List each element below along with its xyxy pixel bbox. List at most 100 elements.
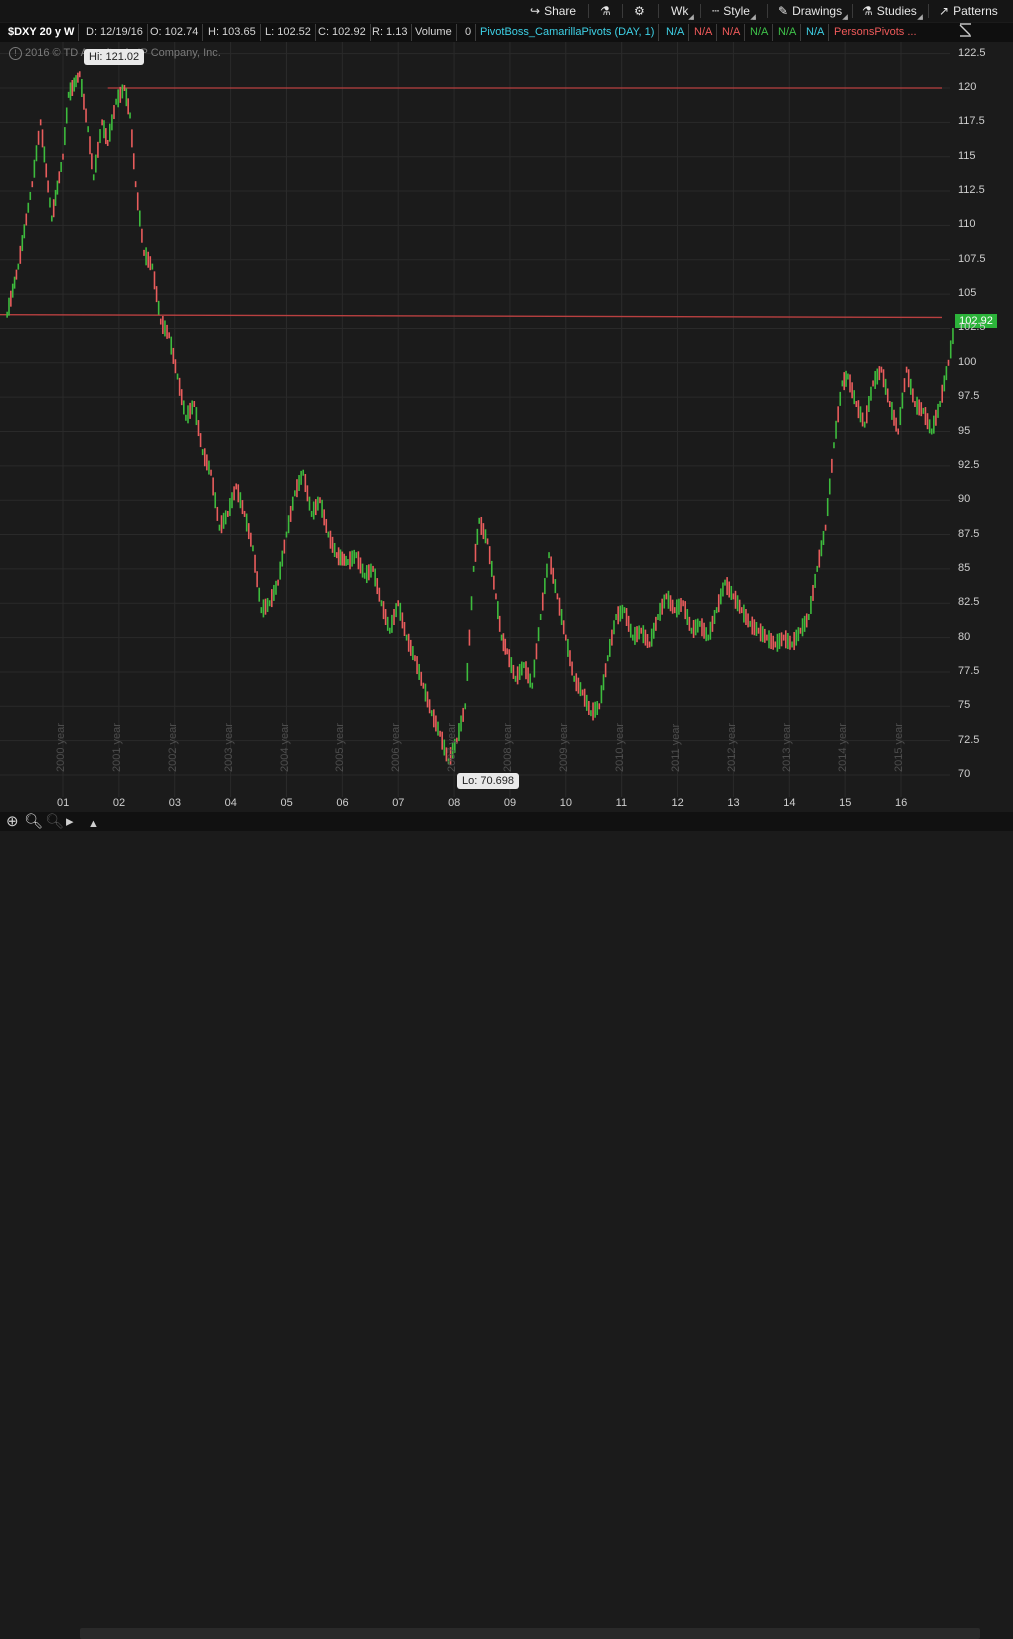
year-label: 2010 year (613, 723, 626, 772)
close-label: C: 102.92 (314, 24, 371, 41)
na-value-4: N/A (746, 24, 774, 41)
price-axis-label: 102.5 (958, 321, 986, 334)
zoom-out-icon[interactable]: 🔍︎ (45, 813, 64, 830)
high-label: H: 103.65 (204, 24, 261, 41)
zoom-icon[interactable]: ⊕ (6, 813, 19, 830)
style-button[interactable]: ┄ Style (712, 3, 756, 20)
studies-button[interactable]: ⚗ Studies (862, 3, 923, 20)
price-axis-label: 107.5 (958, 252, 986, 265)
time-axis-label: 03 (168, 797, 181, 809)
na-value-1: N/A (662, 24, 690, 41)
gear-icon: ⚙ (634, 4, 645, 18)
time-axis-label: 04 (224, 797, 237, 809)
na-value-3: N/A (718, 24, 746, 41)
scroll-arrow-icon[interactable]: ▲ (88, 816, 99, 833)
bottom-bar: ⊕ 🔍︎ 🔍︎ ▸ ▲ (0, 812, 1013, 1639)
year-label: 2008 year (502, 723, 515, 772)
price-axis-label: 110 (958, 218, 976, 231)
high-callout: Hi: 121.02 (84, 49, 145, 65)
price-axis-label: 105 (958, 287, 977, 300)
top-toolbar: ↪ Share ⚗ ⚙ Wk ┄ Style ✎ Drawings ⚗ Studies … (0, 0, 1013, 22)
time-axis-label: 15 (839, 797, 852, 809)
pointer-icon[interactable]: ▸ (66, 813, 74, 830)
low-callout: Lo: 70.698 (457, 773, 519, 789)
time-axis-label: 16 (895, 797, 908, 809)
na-value-5: N/A (774, 24, 802, 41)
time-axis-label: 08 (448, 797, 461, 809)
time-axis-label: 05 (280, 797, 293, 809)
price-axis-label: 122.5 (958, 46, 986, 59)
study-persons-label[interactable]: PersonsPivots ... (830, 24, 921, 41)
time-axis-label: 06 (336, 797, 349, 809)
year-label: 2002 year (166, 723, 179, 772)
time-axis-label: 11 (615, 797, 628, 809)
price-axis-label: 82.5 (958, 596, 980, 609)
studies-flask-icon: ⚗ (862, 4, 873, 18)
year-label: 2007 year (446, 723, 459, 772)
year-label: 2006 year (390, 723, 403, 772)
price-chart[interactable] (0, 42, 1013, 831)
drawings-button[interactable]: ✎ Drawings (778, 3, 848, 20)
year-label: 2004 year (278, 723, 291, 772)
time-axis-label: 12 (671, 797, 684, 809)
year-label: 2013 year (781, 723, 794, 772)
price-axis-label: 95 (958, 424, 971, 437)
chart-right-tools (955, 22, 1013, 42)
open-label: O: 102.74 (146, 24, 204, 41)
flask-button[interactable]: ⚗ (600, 3, 615, 20)
low-label: L: 102.52 (261, 24, 316, 41)
aggregation-button[interactable]: Wk (671, 3, 695, 20)
volume-value: 0 (461, 24, 477, 41)
horizontal-scrollbar[interactable] (80, 1628, 980, 1639)
price-axis-label: 97.5 (958, 390, 980, 403)
year-label: 2012 year (725, 723, 738, 772)
price-axis-label: 72.5 (958, 733, 980, 746)
year-label: 2014 year (837, 723, 850, 772)
date-label: D: 12/19/16 (82, 24, 148, 41)
study-camarilla-label[interactable]: PivotBoss_CamarillaPivots (DAY, 1) (476, 24, 660, 41)
time-axis-label: 13 (727, 797, 740, 809)
price-axis-label: 120 (958, 81, 977, 93)
price-axis-label: 115 (958, 149, 976, 162)
expand-icon[interactable] (955, 22, 1013, 42)
pivot-line[interactable] (0, 314, 943, 319)
year-label: 2011 year (669, 723, 682, 772)
price-axis-label: 75 (958, 699, 971, 712)
quote-info-bar: $DXY 20 y W D: 12/19/16 O: 102.74 H: 103… (0, 23, 1013, 42)
time-axis-label: 10 (559, 797, 573, 809)
price-axis-label: 112.5 (958, 184, 985, 197)
patterns-button[interactable]: ↗ Patterns (939, 3, 998, 20)
price-axis-label: 100 (958, 355, 977, 368)
candle-style-icon: ┄ (712, 4, 720, 18)
patterns-icon: ↗ (939, 4, 950, 18)
symbol-label[interactable]: $DXY 20 y W (4, 24, 80, 41)
zoom-in-icon[interactable]: 🔍︎ (24, 813, 43, 830)
share-button[interactable]: ↪ Share (530, 3, 576, 20)
price-axis-label: 77.5 (958, 664, 980, 677)
pencil-icon: ✎ (778, 4, 789, 18)
price-axis-label: 70 (958, 768, 971, 780)
range-label: R: 1.13 (368, 24, 413, 41)
price-axis-label: 87.5 (958, 527, 980, 540)
price-axis-label: 92.5 (958, 458, 980, 471)
info-icon: ! (9, 47, 22, 60)
flask-icon: ⚗ (600, 4, 611, 18)
year-label: 2005 year (334, 723, 347, 772)
year-label: 2001 year (111, 723, 123, 772)
time-axis-label: 02 (112, 797, 126, 809)
time-axis-label: 01 (57, 797, 70, 809)
year-label: 2000 year (55, 723, 68, 772)
share-icon: ↪ (530, 4, 541, 18)
na-value-6: N/A (802, 24, 830, 41)
price-axis-label: 85 (958, 561, 971, 574)
year-label: 2015 year (893, 723, 906, 772)
time-axis-label: 14 (783, 797, 796, 809)
year-label: 2003 year (222, 723, 235, 772)
year-label: 2009 year (557, 723, 570, 772)
price-axis-label: 80 (958, 630, 971, 643)
price-axis-label: 117.5 (958, 115, 985, 128)
price-axis-label: 90 (958, 493, 971, 506)
time-axis-label: 07 (392, 797, 405, 809)
volume-label: Volume (411, 24, 457, 41)
settings-button[interactable]: ⚙ (634, 3, 649, 20)
